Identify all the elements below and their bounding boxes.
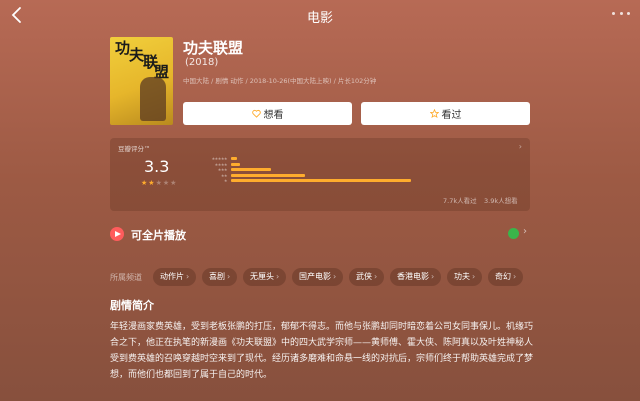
wish-count: 3.9k人想看: [484, 197, 518, 205]
genre-tag[interactable]: 香港电影 ›: [390, 268, 442, 286]
seen-label: 看过: [441, 110, 462, 121]
movie-poster[interactable]: 功 夫 联 盟: [110, 37, 173, 125]
video-source-icon: [508, 228, 519, 239]
more-icon-dot: [627, 12, 630, 15]
rating-star-icon: ★: [162, 179, 170, 187]
page-title: 电影: [306, 11, 333, 26]
genre-tag[interactable]: 武侠 ›: [349, 268, 385, 286]
genre-tag-label: 功夫: [454, 272, 470, 281]
movie-meta: 中国大陆 / 剧情 动作 / 2018-10-26(中国大陆上映) / 片长10…: [183, 77, 377, 85]
movie-year: (2018): [185, 57, 219, 68]
chevron-right-icon: ›: [472, 272, 476, 281]
genre-tag[interactable]: 动作片 ›: [153, 268, 197, 286]
rating-star-icon: ★: [170, 179, 177, 187]
rating-score: 3.3: [144, 157, 170, 176]
summary-body: 年轻漫画家费英雄，受到老板张鹏的打压，郁郁不得志。而他与张鹏却同时暗恋着公司女同…: [110, 319, 540, 383]
poster-title-char: 功: [115, 39, 131, 57]
more-icon-dot: [619, 12, 623, 15]
genre-label: 所属频道: [110, 273, 142, 282]
top-bar: 电影: [0, 0, 640, 30]
distribution-stars: ★★★★★: [211, 156, 228, 161]
distribution-bar: [231, 173, 306, 177]
chevron-right-icon: ›: [333, 272, 337, 281]
rating-stars: ★ ★ ★ ★ ★: [141, 179, 176, 187]
genre-tag-label: 无厘头: [250, 272, 274, 281]
genre-tag-label: 香港电影: [397, 272, 429, 281]
genre-tag[interactable]: 国产电影 ›: [292, 268, 344, 286]
distribution-bar: [231, 157, 238, 160]
distribution-bar: [231, 162, 241, 166]
rating-label: 豆瓣评分™: [118, 145, 151, 153]
genre-tag-label: 国产电影: [299, 272, 331, 281]
summary-title: 剧情简介: [110, 299, 154, 312]
rating-card[interactable]: 豆瓣评分™ › 3.3 ★ ★ ★ ★ ★ ★★★★★ ★★★★ ★★★ ★★ ★ 7.7k人看…: [110, 138, 530, 211]
want-label: 想看: [263, 110, 284, 121]
playback-label: 可全片播放: [131, 229, 186, 242]
heart-icon: [251, 109, 261, 118]
genre-tag-label: 动作片: [160, 272, 184, 281]
distribution-bar: [231, 168, 272, 171]
want-to-watch-button[interactable]: 想看: [183, 102, 352, 125]
distribution-stars: ★: [223, 178, 228, 183]
chevron-right-icon: ›: [374, 272, 378, 281]
more-icon-dot: [612, 12, 615, 15]
watched-count: 7.7k人看过: [443, 197, 477, 205]
genre-tag[interactable]: 喜剧 ›: [202, 268, 238, 286]
more-button[interactable]: [612, 12, 630, 18]
distribution-stars: ★★: [220, 172, 228, 178]
chevron-right-icon: ›: [513, 272, 517, 281]
summary-line: 年轻漫画家费英雄，受到老板张鹏的打压，郁郁不得志。而他与张鹏却同时暗恋着公司女同…: [110, 322, 534, 380]
rating-star-icon: ★: [148, 179, 155, 187]
chevron-right-icon: ›: [518, 142, 522, 151]
genre-tag-label: 武侠: [356, 272, 372, 281]
rating-star-icon: ★: [141, 179, 148, 187]
poster-title-char: 夫: [129, 46, 145, 64]
genre-tag-label: 奇幻: [495, 272, 511, 281]
star-icon: [429, 109, 439, 118]
chevron-right-icon: ›: [186, 272, 190, 281]
rating-star-icon: ★: [155, 179, 162, 187]
distribution-stars: ★★★: [217, 167, 228, 172]
movie-title: 功夫联盟: [183, 39, 244, 57]
play-icon: [110, 227, 124, 241]
watched-button[interactable]: 看过: [361, 102, 530, 125]
distribution-stars: ★★★★: [214, 161, 228, 167]
genre-tag[interactable]: 无厘头 ›: [243, 268, 287, 286]
genre-row: 所属频道 动作片 › 喜剧 › 无厘头 › 国产电影 › 武侠 › 香港电影 › 功夫 › 奇幻 ›: [110, 268, 640, 286]
chevron-right-icon: ›: [276, 272, 280, 281]
poster-figure: [140, 77, 166, 121]
distribution-bar: [231, 179, 411, 182]
genre-tag-label: 喜剧: [209, 272, 225, 281]
genre-tag[interactable]: 奇幻 ›: [488, 268, 524, 286]
chevron-right-icon: ›: [523, 226, 527, 237]
genre-tag[interactable]: 功夫 ›: [447, 268, 483, 286]
playback-row[interactable]: 可全片播放 ›: [110, 226, 530, 244]
chevron-right-icon: ›: [431, 272, 435, 281]
chevron-right-icon: ›: [227, 272, 231, 281]
